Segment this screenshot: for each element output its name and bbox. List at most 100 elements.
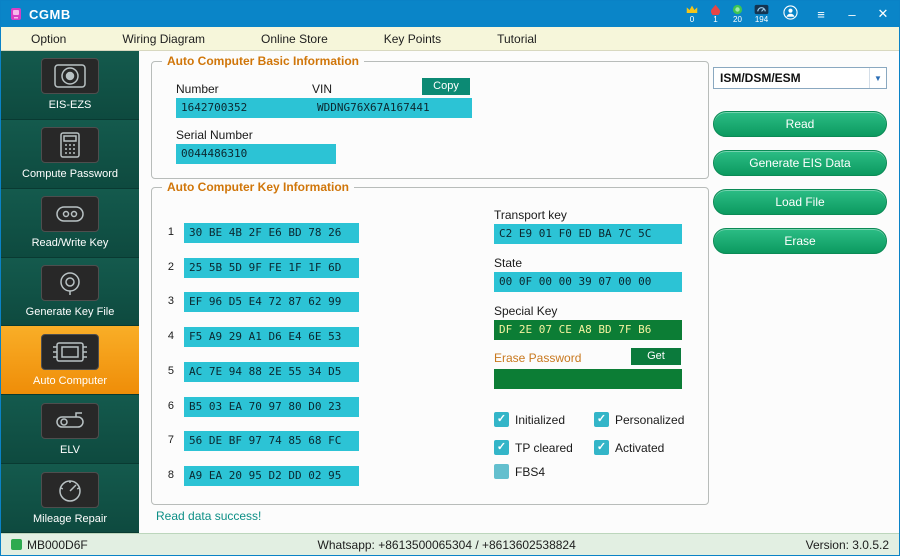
load-file-button[interactable]: Load File bbox=[713, 189, 887, 215]
serial-number-label: Serial Number bbox=[176, 128, 253, 142]
sidebar: EIS-EZS Compute Password Read/Write Key … bbox=[1, 51, 139, 534]
mode-dropdown[interactable]: ISM/DSM/ESM ▼ bbox=[713, 67, 887, 89]
sidebar-item-generate-key-file[interactable]: Generate Key File bbox=[1, 257, 139, 327]
sidebar-item-label: Mileage Repair bbox=[33, 512, 107, 525]
menu-online-store[interactable]: Online Store bbox=[261, 32, 328, 46]
checkbox-initialized[interactable]: ✓ Initialized bbox=[494, 412, 565, 427]
coin-count: 20 bbox=[733, 15, 742, 24]
key-fob-icon bbox=[41, 196, 99, 233]
erase-button[interactable]: Erase bbox=[713, 228, 887, 254]
transport-key-field[interactable]: C2 E9 01 F0 ED BA 7C 5C bbox=[494, 224, 682, 244]
sidebar-item-elv[interactable]: ELV bbox=[1, 395, 139, 465]
meter-icon bbox=[754, 4, 769, 15]
get-button[interactable]: Get bbox=[631, 348, 681, 365]
minimize-button[interactable]: – bbox=[842, 7, 862, 22]
gauge-icon bbox=[41, 471, 99, 508]
key-row-index: 3 bbox=[167, 295, 174, 307]
crown-count: 0 bbox=[689, 15, 695, 24]
menubar: Option Wiring Diagram Online Store Key P… bbox=[1, 27, 899, 51]
key-info-groupbox: Auto Computer Key Information 1 30 BE 4B… bbox=[151, 180, 709, 505]
drop-icon bbox=[710, 4, 721, 15]
checkbox-unchecked-icon[interactable] bbox=[494, 464, 509, 479]
version-label: Version: 3.0.5.2 bbox=[805, 537, 889, 552]
app-logo-icon bbox=[7, 5, 25, 23]
key-row-index: 1 bbox=[167, 226, 174, 238]
key-row-index: 2 bbox=[167, 261, 174, 273]
drop-count: 1 bbox=[713, 15, 718, 24]
checkbox-personalized[interactable]: ✓ Personalized bbox=[594, 412, 684, 427]
sidebar-item-eis-ezs[interactable]: EIS-EZS bbox=[1, 51, 139, 120]
checkbox-checked-icon[interactable]: ✓ bbox=[494, 412, 509, 427]
calculator-icon bbox=[41, 127, 99, 164]
sidebar-item-compute-password[interactable]: Compute Password bbox=[1, 119, 139, 189]
erase-password-field[interactable] bbox=[494, 369, 682, 389]
read-status-message: Read data success! bbox=[156, 509, 262, 523]
number-label: Number bbox=[176, 82, 219, 96]
key-1-field[interactable]: 30 BE 4B 2F E6 BD 78 26 bbox=[184, 223, 359, 243]
key-2-field[interactable]: 25 5B 5D 9F FE 1F 1F 6D bbox=[184, 258, 359, 278]
checkbox-checked-icon[interactable]: ✓ bbox=[594, 440, 609, 455]
sidebar-item-label: ELV bbox=[60, 443, 80, 456]
generate-eis-data-button[interactable]: Generate EIS Data bbox=[713, 150, 887, 176]
sidebar-item-label: Generate Key File bbox=[25, 306, 115, 318]
transport-key-label: Transport key bbox=[494, 208, 567, 222]
meter-count: 194 bbox=[754, 15, 769, 24]
coin-badge[interactable]: 20 bbox=[732, 4, 743, 24]
serial-number-field[interactable]: 0044486310 bbox=[176, 144, 336, 164]
ecu-icon bbox=[41, 333, 99, 370]
key-row-index: 6 bbox=[167, 400, 174, 412]
key-row-index: 5 bbox=[167, 365, 174, 377]
copy-button[interactable]: Copy bbox=[422, 78, 470, 95]
basic-info-groupbox: Auto Computer Basic Information Number 1… bbox=[151, 54, 709, 179]
menu-tutorial[interactable]: Tutorial bbox=[497, 32, 537, 46]
drop-badge[interactable]: 1 bbox=[710, 4, 721, 24]
key-3-field[interactable]: EF 96 D5 E4 72 87 62 99 bbox=[184, 292, 359, 312]
checkbox-fbs4[interactable]: FBS4 bbox=[494, 464, 545, 479]
menu-icon[interactable]: ≡ bbox=[811, 7, 831, 22]
user-icon[interactable] bbox=[780, 5, 800, 23]
key-6-field[interactable]: B5 03 EA 70 97 80 D0 23 bbox=[184, 397, 359, 417]
checkbox-checked-icon[interactable]: ✓ bbox=[594, 412, 609, 427]
key-ring-icon bbox=[41, 265, 99, 301]
device-id: MB000D6F bbox=[27, 537, 88, 552]
crown-icon bbox=[686, 5, 698, 13]
special-key-label: Special Key bbox=[494, 304, 558, 318]
ezs-device-icon bbox=[41, 58, 99, 95]
sidebar-item-read-write-key[interactable]: Read/Write Key bbox=[1, 188, 139, 258]
sidebar-item-auto-computer[interactable]: Auto Computer bbox=[1, 326, 139, 396]
sidebar-item-label: EIS-EZS bbox=[48, 99, 92, 112]
key-7-field[interactable]: 56 DE BF 97 74 85 68 FC bbox=[184, 431, 359, 451]
key-8-field[interactable]: A9 EA 20 95 D2 DD 02 95 bbox=[184, 466, 359, 486]
menu-wiring-diagram[interactable]: Wiring Diagram bbox=[122, 32, 205, 46]
app-window: CGMB 0 1 20 194 ≡ – ✕ Option Wiring Diag… bbox=[0, 0, 900, 556]
checkbox-activated[interactable]: ✓ Activated bbox=[594, 440, 664, 455]
coin-icon bbox=[732, 4, 743, 15]
state-label: State bbox=[494, 256, 523, 270]
erase-password-label: Erase Password bbox=[494, 351, 582, 365]
key-info-title: Auto Computer Key Information bbox=[162, 180, 354, 194]
menu-option[interactable]: Option bbox=[31, 32, 66, 46]
special-key-field[interactable]: DF 2E 07 CE A8 BD 7F B6 bbox=[494, 320, 682, 340]
key-4-field[interactable]: F5 A9 29 A1 D6 E4 6E 53 bbox=[184, 327, 359, 347]
statusbar: MB000D6F Whatsapp: +8613500065304 / +861… bbox=[1, 533, 899, 555]
chevron-down-icon[interactable]: ▼ bbox=[869, 68, 886, 88]
checkbox-tp-cleared[interactable]: ✓ TP cleared bbox=[494, 440, 573, 455]
key-5-field[interactable]: AC 7E 94 88 2E 55 34 D5 bbox=[184, 362, 359, 382]
close-button[interactable]: ✕ bbox=[873, 6, 893, 22]
sidebar-item-label: Read/Write Key bbox=[31, 237, 109, 250]
checkbox-checked-icon[interactable]: ✓ bbox=[494, 440, 509, 455]
sidebar-item-label: Auto Computer bbox=[33, 374, 107, 387]
basic-info-title: Auto Computer Basic Information bbox=[162, 54, 365, 68]
titlebar: CGMB 0 1 20 194 ≡ – ✕ bbox=[1, 1, 899, 27]
key-row-index: 8 bbox=[167, 469, 174, 481]
menu-key-points[interactable]: Key Points bbox=[384, 32, 441, 46]
crown-badge[interactable]: 0 bbox=[685, 4, 699, 24]
sidebar-item-mileage-repair[interactable]: Mileage Repair bbox=[1, 464, 139, 534]
sidebar-item-label: Compute Password bbox=[22, 168, 118, 181]
meter-badge[interactable]: 194 bbox=[754, 4, 769, 24]
vin-field[interactable]: WDDNG76X67A167441 bbox=[312, 98, 472, 118]
device-status-icon bbox=[11, 539, 22, 550]
state-field[interactable]: 00 0F 00 00 39 07 00 00 bbox=[494, 272, 682, 292]
app-title: CGMB bbox=[29, 6, 71, 22]
read-button[interactable]: Read bbox=[713, 111, 887, 137]
